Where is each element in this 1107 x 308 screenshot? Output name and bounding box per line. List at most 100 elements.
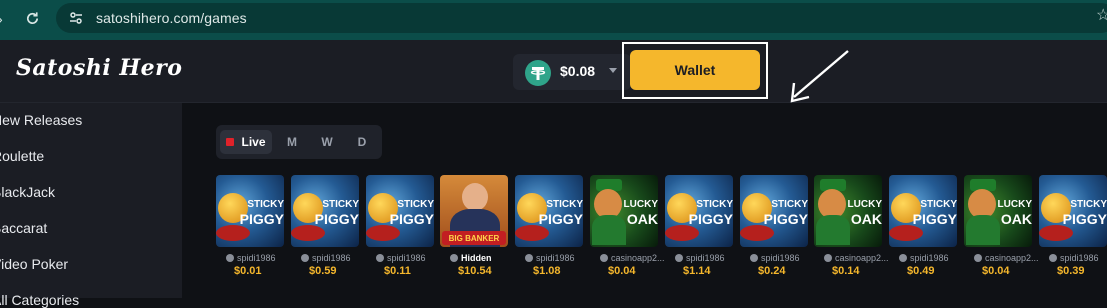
bet-user-name: spidi1986 [910,253,949,263]
user-icon [1049,254,1057,262]
bet-user: spidi1986 [376,253,446,263]
game-artwork [889,225,923,241]
game-title-text: PIGGY [688,211,733,227]
game-title-text: PIGGY [239,211,284,227]
game-artwork [740,225,774,241]
bet-user-name: Hidden [461,253,492,263]
game-card[interactable]: STICKY PIGGY [1039,175,1107,247]
bet-amount: $0.14 [832,265,860,277]
star-icon[interactable]: ☆ [1096,5,1107,25]
wallet-button[interactable]: Wallet [630,50,760,90]
tune-icon[interactable] [68,10,84,26]
game-title-text: PIGGY [763,211,808,227]
game-title-text: OAK [1000,211,1032,227]
bet-amount: $0.04 [608,265,636,277]
user-icon [450,254,458,262]
tab-week[interactable]: W [313,130,341,154]
game-title-text: PIGGY [389,211,434,227]
bet-user-name: spidi1986 [761,253,800,263]
bet-user-name: casinoapp2... [835,253,889,263]
game-artwork: BIG BANKER [442,231,506,245]
game-card[interactable]: LUCKY OAK [964,175,1032,247]
bet-user: spidi1986 [750,253,820,263]
bet-user-name: spidi1986 [387,253,426,263]
live-bets-filter: Live M W D [216,125,382,159]
chevron-right-icon[interactable]: › [0,11,3,27]
game-title-text: STICKY [322,199,359,210]
game-title-text: PIGGY [538,211,583,227]
tab-day[interactable]: D [348,130,376,154]
main-content: Live M W D STICKY PIGGY spidi1986 $0.01 STIC… [182,103,1107,298]
game-card[interactable]: STICKY PIGGY [366,175,434,247]
bet-user: spidi1986 [226,253,296,263]
site-logo[interactable]: Satoshi Hero [16,55,182,81]
bet-amount: $0.04 [982,265,1010,277]
bet-user-name: spidi1986 [536,253,575,263]
bet-amount: $0.59 [309,265,337,277]
bet-amount: $1.14 [683,265,711,277]
reload-icon[interactable] [25,11,40,26]
user-icon [974,254,982,262]
game-artwork [216,225,250,241]
sidebar-item-all-categories[interactable]: All Categories [0,292,79,308]
bet-user: spidi1986 [899,253,969,263]
game-card[interactable]: STICKY PIGGY [216,175,284,247]
sidebar-item-baccarat[interactable]: Baccarat [0,220,47,236]
bet-user: spidi1986 [525,253,595,263]
sidebar: New Releases Roulette BlackJack Baccarat… [0,103,182,308]
game-title-text: LUCKY [997,199,1032,210]
user-icon [750,254,758,262]
sidebar-item-roulette[interactable]: Roulette [0,148,44,164]
url-text: satoshihero.com/games [96,10,247,26]
bet-user-name: spidi1986 [686,253,725,263]
sidebar-item-blackjack[interactable]: BlackJack [0,184,55,200]
bet-user: spidi1986 [1049,253,1107,263]
game-title-text: OAK [850,211,882,227]
game-title-text: OAK [626,211,658,227]
bet-user: casinoapp2... [974,253,1044,263]
bet-user-name: spidi1986 [237,253,276,263]
user-icon [675,254,683,262]
bet-amount: $0.01 [234,265,262,277]
game-card[interactable]: STICKY PIGGY [665,175,733,247]
game-title-text: PIGGY [912,211,957,227]
game-artwork [665,225,699,241]
bet-user: Hidden [450,253,520,263]
game-card[interactable]: LUCKY OAK [590,175,658,247]
address-bar[interactable]: satoshihero.com/games [56,3,1107,33]
game-title-text: STICKY [247,199,284,210]
game-title-text: STICKY [1070,199,1107,210]
balance-selector[interactable]: $0.08 [513,54,631,90]
game-title-text: STICKY [546,199,583,210]
game-card[interactable]: LUCKY OAK [814,175,882,247]
tab-live[interactable]: Live [220,130,272,154]
bet-user-name: casinoapp2... [985,253,1039,263]
user-icon [899,254,907,262]
bet-user-name: spidi1986 [1060,253,1099,263]
game-artwork [966,215,1000,245]
game-artwork [515,225,549,241]
game-artwork [816,215,850,245]
game-title-text: STICKY [696,199,733,210]
game-artwork [1039,225,1073,241]
annotation-arrow-icon [790,50,849,103]
sidebar-item-new-releases[interactable]: New Releases [0,112,82,128]
game-card[interactable]: STICKY PIGGY [291,175,359,247]
sidebar-item-video-poker[interactable]: Video Poker [0,256,68,272]
game-card[interactable]: STICKY PIGGY [740,175,808,247]
bet-amount: $0.39 [1057,265,1085,277]
browser-toolbar: › satoshihero.com/games ☆ [0,0,1107,40]
game-card[interactable]: BIG BANKER [440,175,508,247]
game-card[interactable]: STICKY PIGGY [889,175,957,247]
game-card[interactable]: STICKY PIGGY [515,175,583,247]
app-header: Satoshi Hero $0.08 Wallet [0,40,1107,103]
user-icon [600,254,608,262]
user-icon [301,254,309,262]
bet-amount: $0.11 [384,265,411,277]
chevron-down-icon[interactable] [609,68,617,73]
bet-user: spidi1986 [301,253,371,263]
bet-user: casinoapp2... [824,253,894,263]
tab-month[interactable]: M [278,130,306,154]
game-artwork [291,225,325,241]
game-artwork [462,183,488,211]
